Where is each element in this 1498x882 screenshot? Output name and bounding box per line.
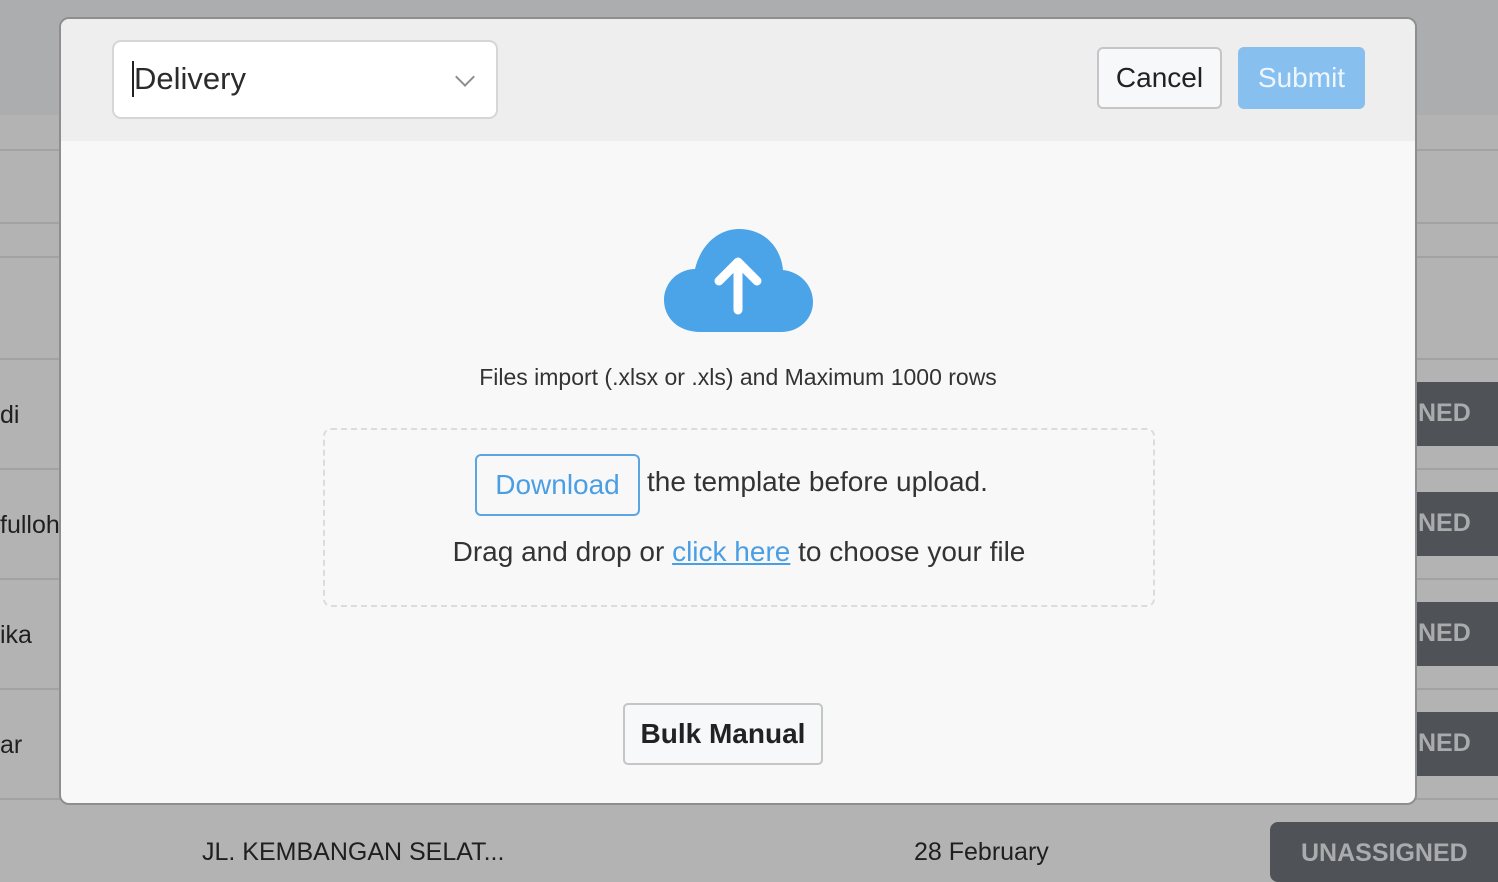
bulk-manual-button[interactable]: Bulk Manual xyxy=(623,703,823,765)
file-drop-zone[interactable]: Download the template before upload. Dra… xyxy=(323,428,1155,607)
table-row-name: ar xyxy=(0,731,23,759)
drag-prefix: Drag and drop or xyxy=(452,536,673,567)
import-info-text: Files import (.xlsx or .xls) and Maximum… xyxy=(479,364,997,390)
table-row-name: fulloh xyxy=(0,511,60,539)
submit-button[interactable]: Submit xyxy=(1238,47,1365,109)
table-row-name: di xyxy=(0,401,20,429)
modal-header: Delivery Cancel Submit xyxy=(61,19,1415,141)
import-modal: Delivery Cancel Submit Files import (.xl… xyxy=(59,17,1417,805)
drag-drop-text: Drag and drop or click here to choose yo… xyxy=(325,536,1153,568)
table-cell-date: 28 February xyxy=(914,838,1049,866)
choose-file-link[interactable]: click here xyxy=(672,536,790,567)
download-hint-text: the template before upload. xyxy=(647,466,988,497)
download-template-button[interactable]: Download xyxy=(475,454,640,516)
type-select-value: Delivery xyxy=(132,61,246,97)
cloud-upload-icon xyxy=(664,229,813,332)
cancel-button[interactable]: Cancel xyxy=(1097,47,1222,109)
status-badge: UNASSIGNED xyxy=(1270,822,1498,882)
chevron-down-icon xyxy=(455,67,475,87)
table-cell-address: JL. KEMBANGAN SELAT... xyxy=(202,838,505,866)
table-row-name: ika xyxy=(0,621,32,649)
drag-suffix: to choose your file xyxy=(790,536,1026,567)
type-select[interactable]: Delivery xyxy=(112,40,498,119)
